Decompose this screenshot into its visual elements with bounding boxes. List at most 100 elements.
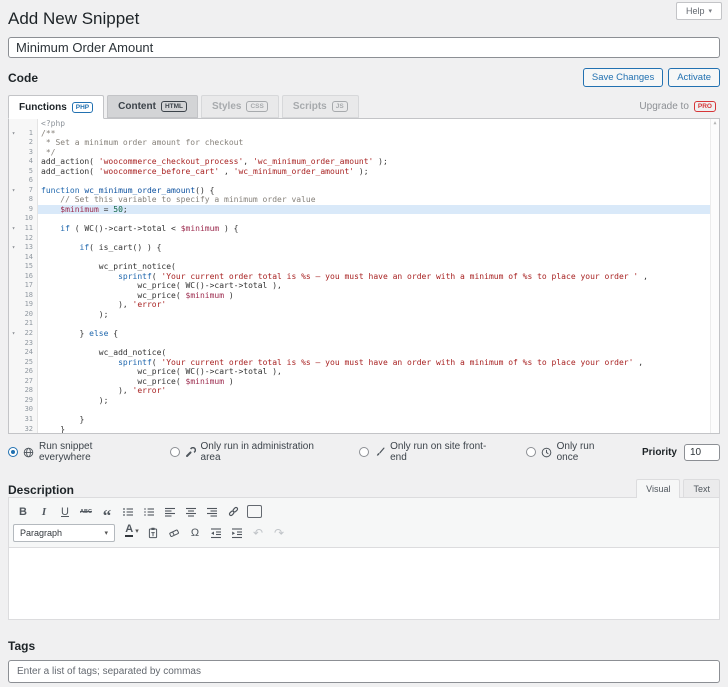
code-line[interactable]: add_action( 'woocommerce_checkout_proces… — [38, 157, 719, 167]
code-line[interactable]: */ — [38, 148, 719, 158]
help-button[interactable]: Help ▾ — [675, 2, 722, 20]
code-line[interactable]: function wc_minimum_order_amount() { — [38, 186, 719, 196]
tab-text[interactable]: Text — [683, 479, 720, 498]
fold-marker-icon[interactable]: ▾ — [9, 243, 18, 253]
undo-button[interactable]: ↶ — [248, 524, 268, 542]
upgrade-to-pro-link[interactable]: Upgrade to PRO — [639, 101, 720, 118]
indent-button[interactable] — [227, 524, 247, 542]
bulleted-list-button[interactable] — [118, 503, 138, 521]
chevron-down-icon: ▾ — [135, 527, 139, 535]
fold-marker-icon[interactable]: ▾ — [9, 224, 18, 234]
code-editor-row: 21 — [9, 319, 719, 330]
scroll-up-icon[interactable]: ▲ — [711, 120, 719, 126]
tags-input[interactable] — [8, 660, 720, 683]
wrench-icon — [185, 446, 196, 458]
tab-content[interactable]: Content HTML — [107, 95, 198, 118]
save-changes-button[interactable]: Save Changes — [582, 68, 664, 87]
code-editor-row: 23 — [9, 338, 719, 349]
align-center-button[interactable] — [181, 503, 201, 521]
code-line[interactable] — [38, 234, 719, 244]
special-character-button[interactable]: Ω — [185, 524, 205, 542]
fold-marker-icon[interactable]: ▾ — [9, 128, 18, 139]
code-line[interactable]: ); — [38, 396, 719, 406]
code-line[interactable]: } — [38, 425, 719, 434]
snippet-title-input[interactable] — [8, 37, 720, 58]
bold-button[interactable]: B — [13, 503, 33, 521]
tab-language-badge: HTML — [160, 101, 187, 112]
code-line[interactable]: // Set this variable to specify a minimu… — [38, 195, 719, 205]
fold-gutter — [9, 233, 18, 244]
code-line[interactable]: sprintf( 'Your current order total is %s… — [38, 358, 719, 368]
code-line[interactable]: * Set a minimum order amount for checkou… — [38, 138, 719, 148]
description-editor-content[interactable] — [8, 548, 720, 620]
scope-option-label: Only run once — [556, 441, 595, 463]
activate-button[interactable]: Activate — [668, 68, 720, 87]
clear-formatting-button[interactable] — [164, 524, 184, 542]
code-editor-row: 16 sprintf( 'Your current order total is… — [9, 271, 719, 282]
code-line[interactable]: sprintf( 'Your current order total is %s… — [38, 272, 719, 282]
radio-button[interactable] — [525, 447, 536, 457]
code-line[interactable]: $minimum = 50; — [38, 204, 719, 215]
code-line[interactable]: <?php — [38, 119, 719, 129]
tab-styles[interactable]: Styles CSS — [201, 95, 279, 118]
code-line[interactable]: wc_price( $minimum ) — [38, 291, 719, 301]
fullscreen-button[interactable] — [244, 503, 264, 521]
link-button[interactable] — [223, 503, 243, 521]
code-line[interactable]: add_action( 'woocommerce_before_cart' , … — [38, 167, 719, 177]
italic-button[interactable]: I — [34, 503, 54, 521]
code-line[interactable]: } — [38, 415, 719, 425]
fold-gutter — [9, 319, 18, 330]
line-number: 31 — [18, 414, 38, 425]
code-editor[interactable]: <?php ▾ 1/** 2 * Set a minimum order amount… — [8, 118, 720, 434]
code-header-buttons: Save Changes Activate — [582, 68, 720, 87]
code-editor-row: 5 add_action( 'woocommerce_before_cart' ,… — [9, 166, 719, 177]
tab-scripts[interactable]: Scripts JS — [281, 95, 359, 118]
code-line[interactable]: wc_print_notice( — [38, 262, 719, 272]
code-line[interactable] — [38, 214, 719, 224]
code-line[interactable]: wc_price( $minimum ) — [38, 377, 719, 387]
scope-option-brush[interactable]: Only run on site front-end — [359, 441, 501, 463]
radio-button[interactable] — [169, 447, 180, 457]
code-line[interactable] — [38, 405, 719, 415]
code-line[interactable]: if( is_cart() ) { — [38, 243, 719, 253]
code-line[interactable]: /** — [38, 129, 719, 139]
code-line[interactable] — [38, 176, 719, 186]
line-number: 6 — [18, 176, 38, 186]
outdent-button[interactable] — [206, 524, 226, 542]
align-left-button[interactable] — [160, 503, 180, 521]
code-line[interactable]: ); — [38, 310, 719, 320]
paragraph-format-select[interactable]: Paragraph ▾ — [13, 523, 115, 542]
code-line[interactable] — [38, 339, 719, 349]
code-editor-row: 31 } — [9, 414, 719, 425]
underline-button[interactable]: U — [55, 503, 75, 521]
code-line[interactable]: ), 'error' — [38, 300, 719, 310]
code-line[interactable]: wc_price( WC()->cart->total ), — [38, 367, 719, 377]
code-line[interactable]: wc_price( WC()->cart->total ), — [38, 281, 719, 291]
code-line[interactable]: ), 'error' — [38, 386, 719, 396]
code-line[interactable]: } else { — [38, 329, 719, 339]
redo-button[interactable]: ↷ — [269, 524, 289, 542]
code-line[interactable]: wc_add_notice( — [38, 348, 719, 358]
code-line[interactable]: if ( WC()->cart->total < $minimum ) { — [38, 224, 719, 234]
tab-functions[interactable]: Functions PHP — [8, 95, 105, 119]
scope-option-globe[interactable]: Run snippet everywhere — [8, 441, 146, 463]
radio-button[interactable] — [8, 447, 18, 457]
tab-visual[interactable]: Visual — [636, 479, 681, 498]
align-right-button[interactable] — [202, 503, 222, 521]
strikethrough-button[interactable]: ABC — [76, 503, 96, 521]
line-number — [18, 119, 38, 129]
priority-input[interactable] — [684, 443, 720, 461]
code-line[interactable] — [38, 253, 719, 263]
scope-option-clock[interactable]: Only run once — [525, 441, 618, 463]
numbered-list-button[interactable] — [139, 503, 159, 521]
paste-as-text-button[interactable] — [143, 524, 163, 542]
editor-scrollbar[interactable]: ▲ — [710, 119, 719, 433]
blockquote-button[interactable]: “ — [97, 503, 117, 524]
radio-button[interactable] — [359, 447, 370, 457]
toolbar-row-2: Paragraph ▾ A ▾ Ω ↶ ↷ — [13, 522, 715, 543]
scope-option-wrench[interactable]: Only run in administration area — [169, 441, 336, 463]
fold-marker-icon[interactable]: ▾ — [9, 329, 18, 339]
fold-marker-icon[interactable]: ▾ — [9, 185, 18, 196]
text-color-button[interactable]: A ▾ — [122, 523, 142, 542]
code-line[interactable] — [38, 319, 719, 329]
